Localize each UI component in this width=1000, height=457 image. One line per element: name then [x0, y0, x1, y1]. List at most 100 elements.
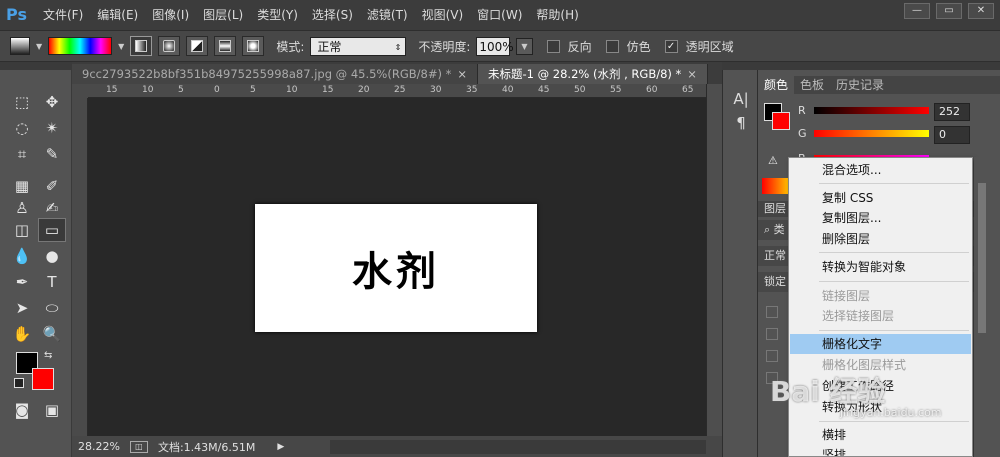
menu-item-convert-smart-object[interactable]: 转换为智能对象: [790, 257, 971, 277]
path-selection-tool-icon[interactable]: ➤: [8, 296, 36, 320]
eraser-tool-icon[interactable]: ◫: [8, 218, 36, 242]
chevron-down-icon[interactable]: ▼: [36, 42, 42, 51]
history-brush-tool-icon[interactable]: ✍: [38, 196, 66, 220]
menu-item-select-linked-layers[interactable]: 选择链接图层: [790, 306, 971, 326]
ruler-origin[interactable]: [72, 84, 88, 98]
menu-item-link-layers[interactable]: 链接图层: [790, 286, 971, 306]
status-options-icon[interactable]: ◫: [129, 440, 148, 453]
dither-checkbox[interactable]: [605, 39, 619, 53]
toolbar-collapse-strip[interactable]: [0, 62, 72, 70]
panel-background-swatch[interactable]: [772, 112, 790, 130]
chevron-down-icon[interactable]: ▼: [118, 42, 124, 51]
mode-select[interactable]: 正常 ⇕: [310, 36, 407, 56]
pen-tool-icon[interactable]: ✒: [8, 270, 36, 294]
menu-help[interactable]: 帮助(H): [529, 0, 585, 30]
menu-layer[interactable]: 图层(L): [196, 0, 250, 30]
radial-gradient-button[interactable]: [158, 36, 181, 56]
tab-document-untitled[interactable]: 未标题-1 @ 28.2% (水剂 , RGB/8) * ×: [478, 64, 708, 84]
g-slider[interactable]: [814, 130, 929, 137]
menu-item-rasterize-type[interactable]: 栅格化文字: [790, 334, 971, 354]
type-tool-icon[interactable]: T: [38, 270, 66, 294]
chevron-down-icon[interactable]: ▼: [516, 37, 533, 55]
menu-edit[interactable]: 编辑(E): [90, 0, 145, 30]
opacity-input[interactable]: 100%: [476, 36, 514, 56]
brush-tool-icon[interactable]: ✐: [38, 174, 66, 198]
blur-tool-icon[interactable]: 💧: [8, 244, 36, 268]
gradient-tool-icon[interactable]: ▭: [38, 218, 66, 242]
default-colors-icon[interactable]: [14, 378, 24, 388]
menu-item-create-work-path[interactable]: 创建工作路径: [790, 376, 971, 396]
lasso-tool-icon[interactable]: ◌: [8, 116, 36, 140]
menu-filter[interactable]: 滤镜(T): [360, 0, 415, 30]
horizontal-ruler[interactable]: 15 10 5 0 5 10 15 20 25 30 35 40 45 50 5…: [88, 84, 706, 98]
r-slider[interactable]: [814, 107, 929, 114]
menu-item-vertical[interactable]: 竖排: [790, 445, 971, 456]
diamond-gradient-button[interactable]: [242, 36, 265, 56]
canvas-workspace[interactable]: 水剂: [88, 98, 706, 436]
horizontal-scrollbar[interactable]: [330, 440, 706, 454]
vertical-ruler[interactable]: [72, 98, 88, 436]
tool-preset-picker[interactable]: [10, 37, 30, 55]
eyedropper-tool-icon[interactable]: ✎: [38, 142, 66, 166]
menu-item-horizontal[interactable]: 横排: [790, 425, 971, 445]
tab-color[interactable]: 颜色: [758, 76, 795, 94]
panel-scrollbar[interactable]: [974, 157, 1000, 457]
magic-wand-tool-icon[interactable]: ✴: [38, 116, 66, 140]
clone-stamp-tool-icon[interactable]: ♙: [8, 196, 36, 220]
dodge-tool-icon[interactable]: ●: [38, 244, 66, 268]
panel-collapse-strip[interactable]: [722, 62, 1000, 70]
gradient-picker[interactable]: [48, 37, 113, 55]
hand-tool-icon[interactable]: ✋: [8, 322, 36, 346]
menu-type[interactable]: 类型(Y): [250, 0, 305, 30]
tab-document-jpg[interactable]: 9cc2793522b8bf351b84975255998a87.jpg @ 4…: [72, 64, 478, 84]
menu-view[interactable]: 视图(V): [415, 0, 471, 30]
screen-mode-icon[interactable]: ▣: [38, 398, 66, 422]
layer-visibility-toggle[interactable]: [766, 350, 778, 362]
menu-window[interactable]: 窗口(W): [470, 0, 529, 30]
ellipse-tool-icon[interactable]: ⬭: [38, 296, 66, 320]
menu-image[interactable]: 图像(I): [145, 0, 196, 30]
tab-swatches[interactable]: 色板: [794, 76, 830, 94]
reflected-gradient-button[interactable]: [214, 36, 237, 56]
close-button[interactable]: ✕: [968, 3, 994, 19]
healing-brush-tool-icon[interactable]: ▦: [8, 174, 36, 198]
swap-colors-icon[interactable]: ⇆: [44, 350, 52, 361]
move-tool-icon[interactable]: ✥: [38, 90, 66, 114]
linear-gradient-button[interactable]: [130, 36, 153, 56]
character-panel-icon[interactable]: A|: [731, 90, 751, 110]
quick-mask-icon[interactable]: ◙: [8, 398, 36, 422]
zoom-level[interactable]: 28.22%: [78, 440, 120, 453]
layers-title[interactable]: 图层: [764, 202, 786, 215]
r-input[interactable]: 252: [934, 103, 970, 121]
angle-gradient-button[interactable]: [186, 36, 209, 56]
tab-history[interactable]: 历史记录: [830, 76, 890, 94]
g-input[interactable]: 0: [934, 126, 970, 144]
transparency-checkbox[interactable]: ✓: [664, 39, 678, 53]
minimize-button[interactable]: —: [904, 3, 930, 19]
document-canvas[interactable]: 水剂: [255, 204, 537, 332]
crop-tool-icon[interactable]: ⌗: [8, 142, 36, 166]
paragraph-panel-icon[interactable]: ¶: [731, 114, 751, 134]
layer-visibility-toggle[interactable]: [766, 306, 778, 318]
close-icon[interactable]: ×: [457, 67, 467, 81]
background-color-swatch[interactable]: [32, 368, 54, 390]
restore-button[interactable]: ▭: [936, 3, 962, 19]
zoom-tool-icon[interactable]: 🔍: [38, 322, 66, 346]
marquee-tool-icon[interactable]: ⬚: [8, 90, 36, 114]
menu-select[interactable]: 选择(S): [305, 0, 360, 30]
layer-visibility-toggle[interactable]: [766, 372, 778, 384]
menu-item-blending-options[interactable]: 混合选项...: [790, 160, 971, 180]
menu-item-convert-to-shape[interactable]: 转换为形状: [790, 397, 971, 417]
canvas-text-layer[interactable]: 水剂: [352, 239, 440, 297]
menu-file[interactable]: 文件(F): [36, 0, 90, 30]
scrollbar-thumb[interactable]: [978, 183, 986, 333]
menu-item-delete-layer[interactable]: 删除图层: [790, 229, 971, 249]
vertical-scrollbar[interactable]: [706, 84, 722, 436]
layer-visibility-toggle[interactable]: [766, 328, 778, 340]
menu-item-copy-css[interactable]: 复制 CSS: [790, 188, 971, 208]
close-icon[interactable]: ×: [687, 67, 697, 81]
menu-item-duplicate-layer[interactable]: 复制图层...: [790, 208, 971, 228]
menu-item-rasterize-layer-style[interactable]: 栅格化图层样式: [790, 355, 971, 375]
reverse-checkbox[interactable]: [546, 39, 560, 53]
status-menu-arrow[interactable]: ▶: [277, 442, 284, 452]
